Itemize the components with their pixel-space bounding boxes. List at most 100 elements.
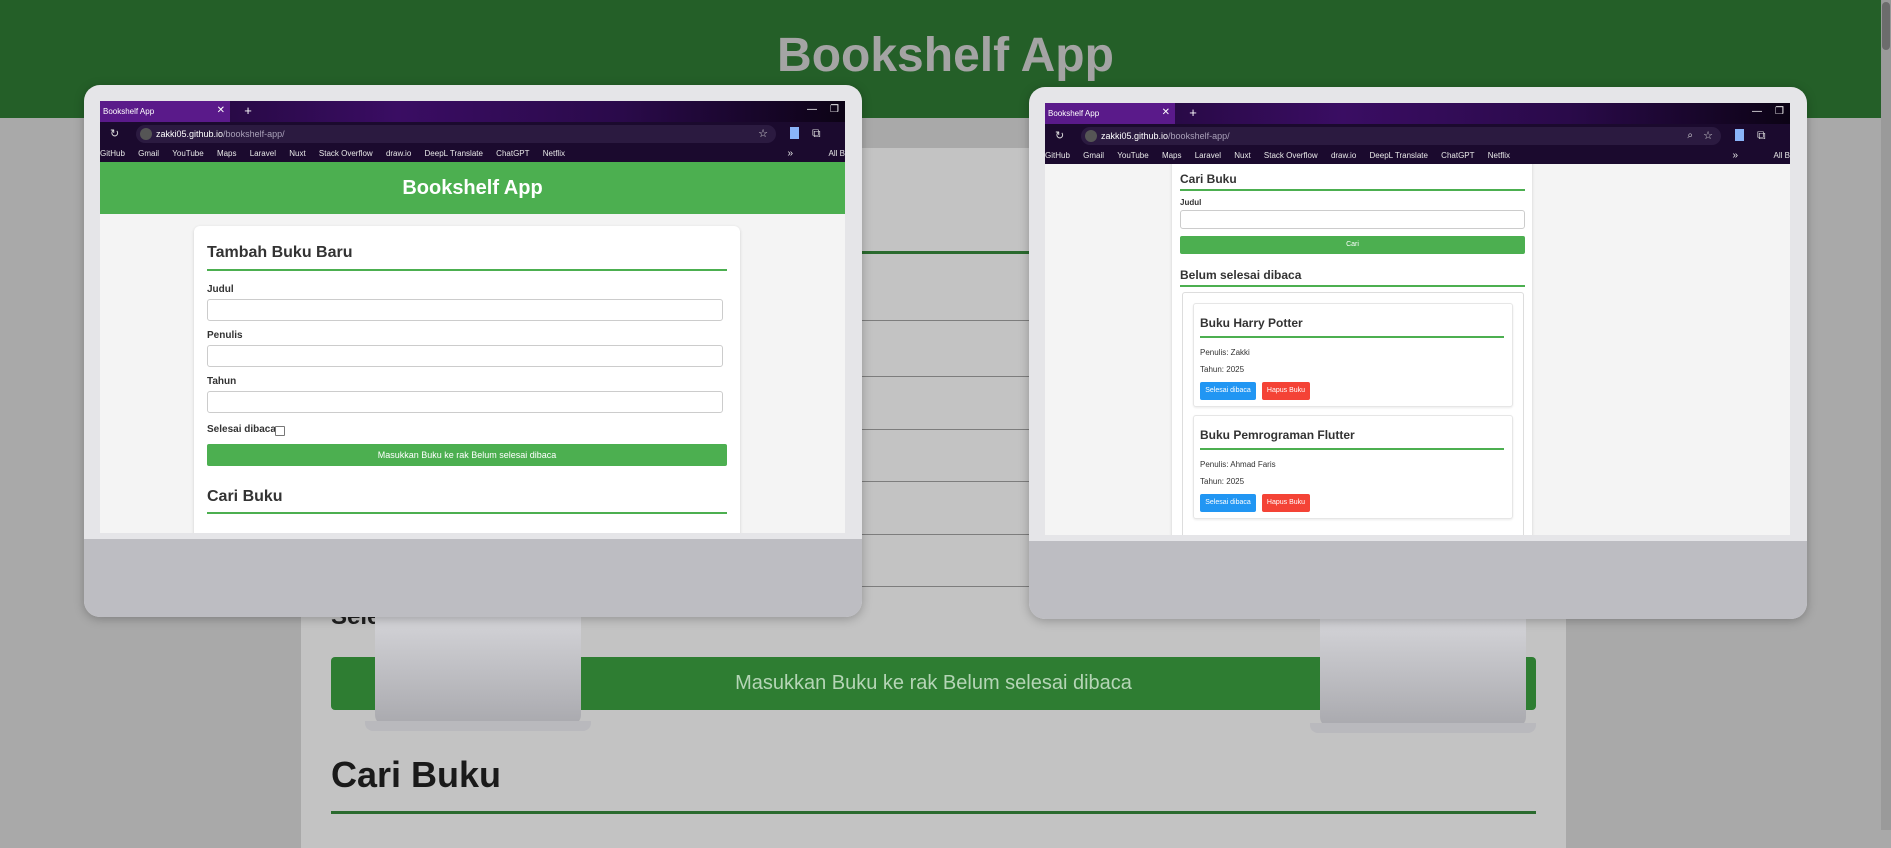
all-bookmarks-folder[interactable]: All B	[829, 146, 845, 162]
bookmark-star-icon[interactable]: ☆	[758, 125, 768, 143]
bookmark-netflix[interactable]: Netflix	[543, 146, 565, 162]
bookmark-github[interactable]: GitHub	[100, 146, 125, 162]
bookmark-drawio[interactable]: draw.io	[1331, 148, 1356, 164]
bookmarks-overflow-icon[interactable]: »	[787, 146, 793, 162]
monitor-frame: Bookshelf App ✕ + — ❐ ↻ zakki05.github.i…	[84, 85, 862, 617]
tab-bar: Bookshelf App ✕ + — ❐	[100, 101, 845, 122]
bookmark-youtube[interactable]: YouTube	[172, 146, 203, 162]
url-field[interactable]: zakki05.github.io/bookshelf-app/ ☆	[136, 125, 776, 143]
search-heading: Cari Buku	[1180, 172, 1237, 186]
bookmark-gmail[interactable]: Gmail	[138, 146, 159, 162]
close-icon[interactable]: ✕	[217, 105, 225, 116]
book-item: Buku Harry Potter Penulis: Zakki Tahun: …	[1193, 303, 1513, 407]
close-icon[interactable]: ✕	[1162, 107, 1170, 118]
search-heading: Cari Buku	[207, 488, 283, 505]
bookmark-drawio[interactable]: draw.io	[386, 146, 411, 162]
all-bookmarks-folder[interactable]: All B	[1774, 148, 1790, 164]
minimize-icon[interactable]: —	[807, 104, 817, 115]
heading-divider	[207, 512, 727, 514]
bookmark-chatgpt[interactable]: ChatGPT	[1441, 148, 1474, 164]
bookmark-laravel[interactable]: Laravel	[1195, 148, 1221, 164]
author-input[interactable]	[207, 345, 723, 367]
page-scrollbar[interactable]	[1881, 0, 1891, 830]
book-divider	[1200, 336, 1504, 338]
browser-tab[interactable]: Bookshelf App ✕	[1045, 103, 1175, 124]
extensions-puzzle-icon[interactable]: ⧉	[1757, 128, 1766, 143]
bookmarks-overflow-icon[interactable]: »	[1732, 148, 1738, 164]
tab-title: Bookshelf App	[103, 107, 155, 116]
bookmark-github[interactable]: GitHub	[1045, 148, 1070, 164]
unread-shelf-heading: Belum selesai dibaca	[1180, 268, 1302, 282]
bookmark-gmail[interactable]: Gmail	[1083, 148, 1104, 164]
browser-window: Bookshelf App ✕ + — ❐ ↻ zakki05.github.i…	[100, 101, 845, 533]
submit-book-button[interactable]: Masukkan Buku ke rak Belum selesai dibac…	[207, 444, 727, 466]
mark-complete-button[interactable]: Selesai dibaca	[1200, 494, 1256, 512]
url-host: zakki05.github.io	[1101, 131, 1169, 141]
background-title: Bookshelf App	[777, 29, 1114, 82]
book-item: Buku Pemrograman Flutter Penulis: Ahmad …	[1193, 415, 1513, 519]
scrollbar-thumb[interactable]	[1882, 2, 1890, 50]
bookmark-deepl[interactable]: DeepL Translate	[1370, 148, 1428, 164]
add-book-form: Tambah Buku Baru Judul Penulis Tahun Sel…	[194, 226, 740, 533]
bookmark-youtube[interactable]: YouTube	[1117, 148, 1148, 164]
bookmark-star-icon[interactable]: ☆	[1703, 127, 1713, 145]
new-tab-icon[interactable]: +	[1185, 105, 1201, 121]
left-monitor: Bookshelf App ✕ + — ❐ ↻ zakki05.github.i…	[84, 85, 862, 745]
book-author: Penulis: Zakki	[1200, 348, 1250, 357]
bookmark-nuxt[interactable]: Nuxt	[1234, 148, 1250, 164]
extension-icon[interactable]	[1735, 129, 1744, 141]
bookmark-nuxt[interactable]: Nuxt	[289, 146, 305, 162]
window-control-icon[interactable]: ❐	[830, 104, 839, 115]
book-divider	[1200, 448, 1504, 450]
bookmark-maps[interactable]: Maps	[1162, 148, 1182, 164]
new-tab-icon[interactable]: +	[240, 103, 256, 119]
bookmark-laravel[interactable]: Laravel	[250, 146, 276, 162]
url-field[interactable]: zakki05.github.io/bookshelf-app/ ⌕ ☆	[1081, 127, 1721, 145]
search-button[interactable]: Cari	[1180, 236, 1525, 254]
monitor-stand-foot	[1310, 723, 1536, 733]
year-input[interactable]	[207, 391, 723, 413]
browser-tab[interactable]: Bookshelf App ✕	[100, 101, 230, 122]
complete-checkbox[interactable]	[275, 426, 285, 436]
site-settings-icon[interactable]	[1085, 130, 1097, 142]
browser-window: Bookshelf App ✕ + — ❐ ↻ zakki05.github.i…	[1045, 103, 1790, 535]
form-heading: Tambah Buku Baru	[207, 244, 353, 261]
bookmark-stackoverflow[interactable]: Stack Overflow	[319, 146, 373, 162]
book-year: Tahun: 2025	[1200, 477, 1245, 486]
reload-icon[interactable]: ↻	[1055, 129, 1064, 142]
zoom-icon[interactable]: ⌕	[1687, 127, 1693, 145]
window-control-icon[interactable]: ❐	[1775, 106, 1784, 117]
book-title: Buku Pemrograman Flutter	[1200, 428, 1355, 442]
bookmarks-bar: GitHub Gmail YouTube Maps Laravel Nuxt S…	[1045, 148, 1790, 164]
url-path: /bookshelf-app/	[1168, 131, 1230, 141]
search-input[interactable]	[1180, 210, 1525, 229]
tab-bar: Bookshelf App ✕ + — ❐	[1045, 103, 1790, 124]
bookmarks-bar: GitHub Gmail YouTube Maps Laravel Nuxt S…	[100, 146, 845, 162]
address-bar: ↻ zakki05.github.io/bookshelf-app/ ☆ ⧉	[100, 122, 845, 146]
minimize-icon[interactable]: —	[1752, 106, 1762, 117]
right-monitor: Bookshelf App ✕ + — ❐ ↻ zakki05.github.i…	[1029, 87, 1807, 747]
bookmark-deepl[interactable]: DeepL Translate	[425, 146, 483, 162]
url-path: /bookshelf-app/	[223, 129, 285, 139]
monitor-stand	[1320, 619, 1526, 727]
site-settings-icon[interactable]	[140, 128, 152, 140]
bookmark-netflix[interactable]: Netflix	[1488, 148, 1510, 164]
title-label: Judul	[207, 284, 234, 295]
bookmark-maps[interactable]: Maps	[217, 146, 237, 162]
delete-book-button[interactable]: Hapus Buku	[1262, 494, 1310, 512]
extension-icon[interactable]	[790, 127, 799, 139]
app-header: Bookshelf App	[100, 162, 845, 214]
monitor-frame: Bookshelf App ✕ + — ❐ ↻ zakki05.github.i…	[1029, 87, 1807, 619]
extensions-puzzle-icon[interactable]: ⧉	[812, 126, 821, 141]
monitor-chin	[84, 539, 862, 617]
title-input[interactable]	[207, 299, 723, 321]
url-host: zakki05.github.io	[156, 129, 224, 139]
delete-book-button[interactable]: Hapus Buku	[1262, 382, 1310, 400]
monitor-chin	[1029, 541, 1807, 619]
author-label: Penulis	[207, 330, 243, 341]
reload-icon[interactable]: ↻	[110, 127, 119, 140]
heading-divider	[1180, 285, 1525, 287]
bookmark-stackoverflow[interactable]: Stack Overflow	[1264, 148, 1318, 164]
mark-complete-button[interactable]: Selesai dibaca	[1200, 382, 1256, 400]
bookmark-chatgpt[interactable]: ChatGPT	[496, 146, 529, 162]
